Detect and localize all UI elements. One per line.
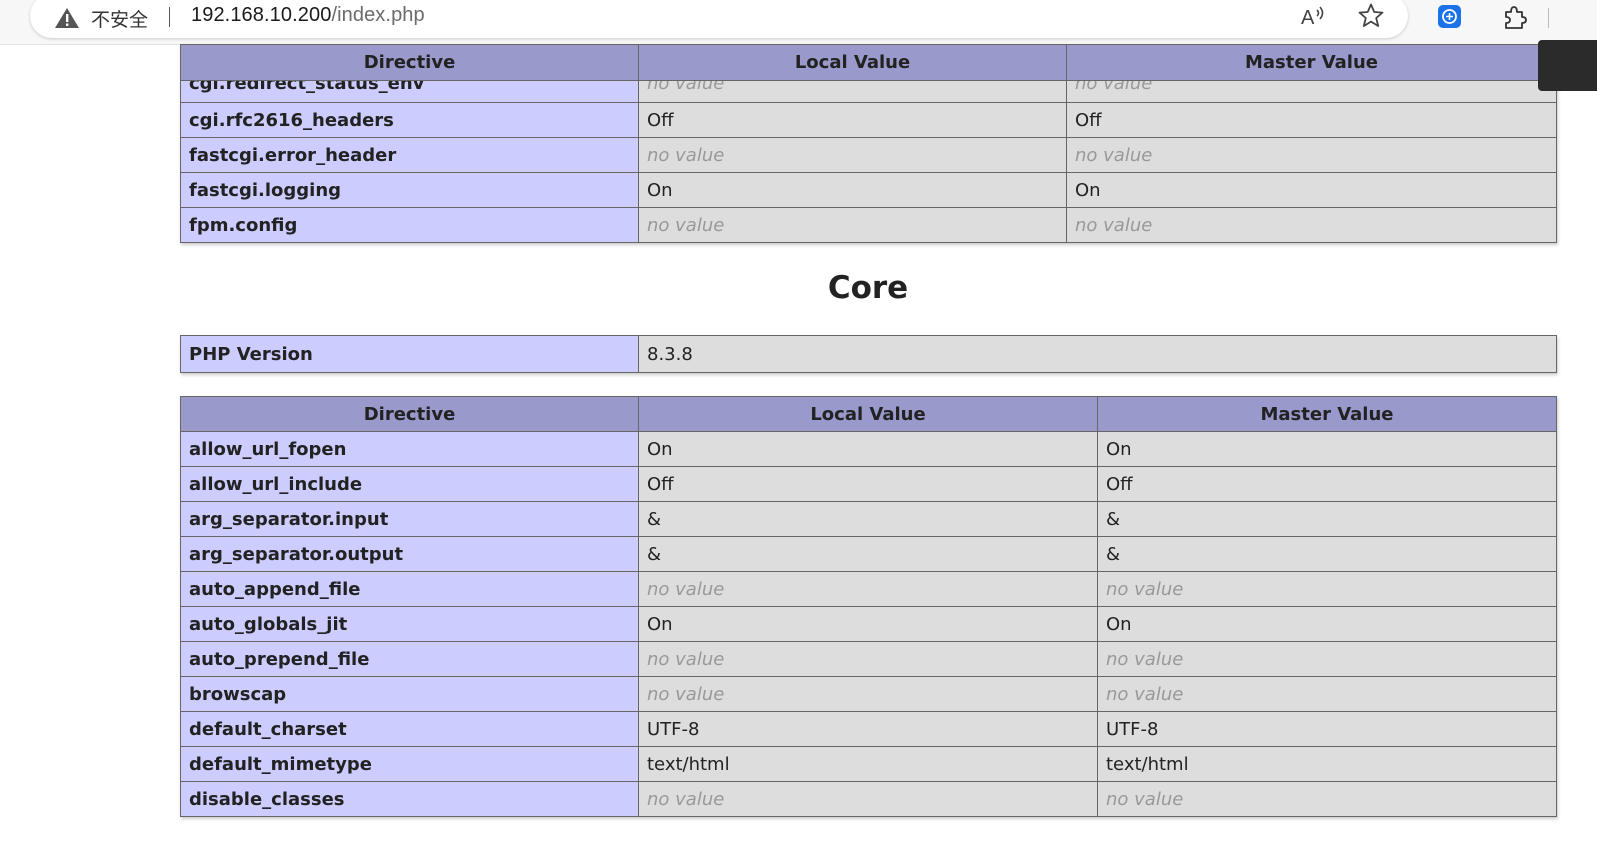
extension-translate-icon[interactable] [1438, 5, 1461, 28]
url-text[interactable]: 192.168.10.200/index.php [191, 4, 425, 27]
master-value: no value [1097, 571, 1557, 607]
table-header-row: Directive Local Value Master Value [180, 396, 1557, 432]
directive-name: auto_prepend_file [180, 641, 639, 677]
table-row: default_mimetype text/html text/html [180, 746, 1557, 782]
address-bar[interactable]: 不安全 192.168.10.200/index.php A [30, 0, 1408, 38]
table-row: cgi.rfc2616_headers Off Off [180, 102, 1557, 138]
table-row: browscap no value no value [180, 676, 1557, 712]
master-value: On [1097, 606, 1557, 642]
directive-name: default_charset [180, 711, 639, 747]
local-value: On [638, 606, 1098, 642]
section-title-core: Core [827, 270, 909, 306]
master-value: Off [1066, 102, 1557, 138]
master-value: On [1066, 172, 1557, 208]
master-value: text/html [1097, 746, 1557, 782]
local-value: no value [638, 80, 1067, 103]
local-value: no value [638, 207, 1067, 243]
directive-name: auto_append_file [180, 571, 639, 607]
directive-name: fastcgi.error_header [180, 137, 639, 173]
directive-name: cgi.rfc2616_headers [180, 102, 639, 138]
directive-name: arg_separator.output [180, 536, 639, 572]
url-path: /index.php [331, 4, 425, 26]
local-value: no value [638, 676, 1098, 712]
directive-name: browscap [180, 676, 639, 712]
local-value: no value [638, 571, 1098, 607]
table-row: auto_prepend_file no value no value [180, 641, 1557, 677]
column-header-directive: Directive [180, 396, 639, 432]
directive-name: default_mimetype [180, 746, 639, 782]
table-row: allow_url_fopen On On [180, 431, 1557, 467]
warning-icon[interactable] [54, 7, 80, 29]
directive-name: arg_separator.input [180, 501, 639, 537]
local-value: no value [638, 781, 1098, 817]
php-version-label: PHP Version [180, 335, 639, 373]
column-header-local-value: Local Value [638, 396, 1098, 432]
directive-name: fpm.config [180, 207, 639, 243]
toolbar-divider [1548, 8, 1549, 28]
column-header-master-value: Master Value [1066, 44, 1557, 81]
browser-toolbar: 不安全 192.168.10.200/index.php A [0, 0, 1597, 45]
table-row: auto_append_file no value no value [180, 571, 1557, 607]
read-aloud-icon[interactable]: A [1300, 4, 1326, 28]
table-row: allow_url_include Off Off [180, 466, 1557, 502]
master-value: no value [1066, 80, 1557, 103]
local-value: On [638, 172, 1067, 208]
master-value: UTF-8 [1097, 711, 1557, 747]
local-value: & [638, 501, 1098, 537]
master-value: & [1097, 536, 1557, 572]
local-value: text/html [638, 746, 1098, 782]
previous-table-header: Directive Local Value Master Value [180, 44, 1557, 81]
master-value: no value [1097, 781, 1557, 817]
url-host: 192.168.10.200 [191, 4, 332, 26]
local-value: Off [638, 102, 1067, 138]
table-row: default_charset UTF-8 UTF-8 [180, 711, 1557, 747]
master-value: & [1097, 501, 1557, 537]
favorite-icon[interactable] [1357, 2, 1385, 30]
master-value: no value [1066, 137, 1557, 173]
directive-name: auto_globals_jit [180, 606, 639, 642]
directive-name: allow_url_include [180, 466, 639, 502]
table-row: PHP Version 8.3.8 [180, 335, 1557, 373]
directive-name: cgi.redirect_status_env [180, 80, 639, 103]
table-row: cgi.redirect_status_env no value no valu… [180, 80, 1557, 103]
php-version-value: 8.3.8 [638, 335, 1557, 373]
php-version-table: PHP Version 8.3.8 [180, 335, 1557, 373]
table-row: fpm.config no value no value [180, 207, 1557, 243]
local-value: Off [638, 466, 1098, 502]
directive-name: disable_classes [180, 781, 639, 817]
master-value: no value [1097, 676, 1557, 712]
table-row: arg_separator.input & & [180, 501, 1557, 537]
local-value: & [638, 536, 1098, 572]
table-row: fastcgi.logging On On [180, 172, 1557, 208]
master-value: no value [1066, 207, 1557, 243]
sidebar-toggle[interactable] [1538, 40, 1597, 91]
column-header-master-value: Master Value [1097, 396, 1557, 432]
local-value: UTF-8 [638, 711, 1098, 747]
column-header-directive: Directive [180, 44, 639, 81]
local-value: no value [638, 137, 1067, 173]
master-value: no value [1097, 641, 1557, 677]
table-row: auto_globals_jit On On [180, 606, 1557, 642]
table-row: disable_classes no value no value [180, 781, 1557, 817]
column-header-local-value: Local Value [638, 44, 1067, 81]
table-row: fastcgi.error_header no value no value [180, 137, 1557, 173]
master-value: Off [1097, 466, 1557, 502]
core-directive-table: Directive Local Value Master Value allow… [180, 396, 1557, 817]
table-row: arg_separator.output & & [180, 536, 1557, 572]
local-value: On [638, 431, 1098, 467]
directive-name: allow_url_fopen [180, 431, 639, 467]
address-divider [169, 7, 170, 27]
extensions-icon[interactable] [1500, 3, 1528, 31]
svg-text:A: A [1301, 7, 1315, 28]
local-value: no value [638, 641, 1098, 677]
master-value: On [1097, 431, 1557, 467]
directive-name: fastcgi.logging [180, 172, 639, 208]
security-status-label[interactable]: 不安全 [91, 5, 148, 32]
